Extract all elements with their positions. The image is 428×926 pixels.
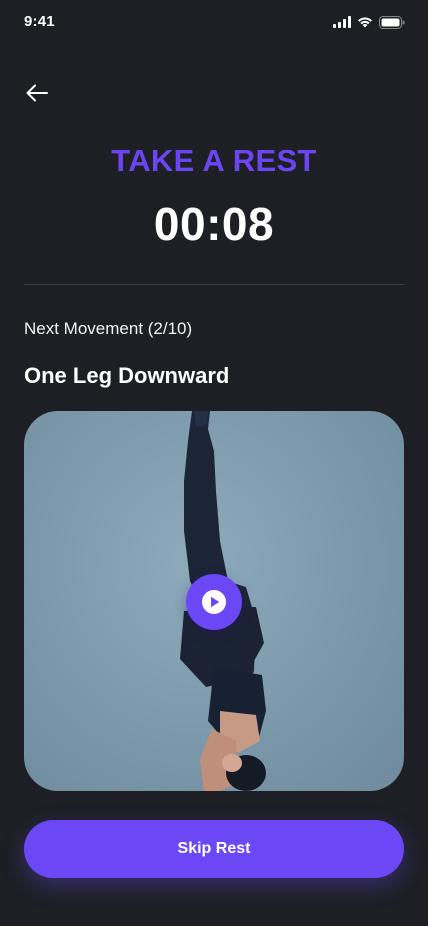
skip-rest-button[interactable]: Skip Rest — [24, 820, 404, 878]
exercise-name: One Leg Downward — [24, 363, 230, 388]
status-icons — [333, 15, 405, 29]
next-movement-label: Next Movement (2/10) — [24, 319, 193, 338]
play-icon — [202, 590, 226, 614]
status-bar: 9:41 — [0, 0, 428, 44]
divider — [24, 284, 404, 285]
back-button[interactable] — [20, 76, 54, 110]
battery-icon — [379, 15, 405, 29]
signal-icon — [333, 16, 351, 28]
exercise-video-card[interactable] — [24, 411, 404, 791]
arrow-left-icon — [26, 84, 48, 102]
status-time: 9:41 — [24, 13, 55, 30]
wifi-icon — [358, 17, 372, 28]
rest-title: TAKE A REST — [111, 143, 317, 178]
play-button[interactable] — [186, 574, 242, 630]
rest-timer: 00:08 — [153, 198, 275, 250]
